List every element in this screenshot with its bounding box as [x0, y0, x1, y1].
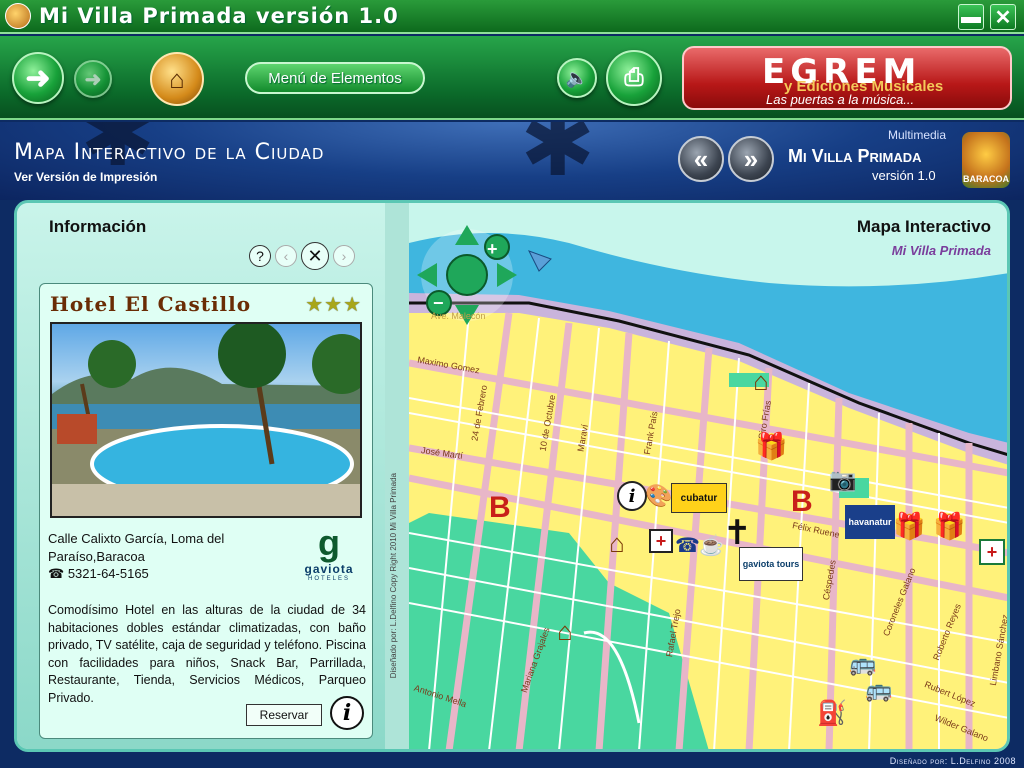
city-map[interactable] — [409, 203, 1009, 751]
printer-icon: ⎙ — [624, 64, 644, 91]
home-icon: ⌂ — [169, 63, 185, 94]
double-chevron-left-icon: « — [693, 143, 709, 174]
vertical-credit: Diseñado por: L.Delfino Copy Right 2010 … — [389, 473, 398, 679]
medical-clinic-icon[interactable]: + — [979, 539, 1005, 565]
art-gallery-icon[interactable]: 🎨 — [645, 483, 672, 509]
bank-marker-icon[interactable]: B — [791, 485, 813, 519]
info-toolbar: ? ‹ ✕ › — [249, 242, 355, 270]
hotel-photo — [50, 322, 362, 518]
print-version-link[interactable]: Ver Versión de Impresión — [14, 170, 157, 184]
next-page-button[interactable]: » — [728, 136, 774, 182]
map-subtitle: Mi Villa Primada — [891, 243, 991, 258]
medical-clinic-icon[interactable]: + — [649, 529, 673, 553]
help-button[interactable]: ? — [249, 245, 271, 267]
egrem-slogan: Las puertas a la música... — [766, 92, 915, 107]
gift-shop-icon[interactable]: 🎁 — [933, 511, 965, 542]
minimize-icon: ▬ — [961, 5, 981, 28]
hotel-marker-icon[interactable]: ⌂ — [543, 613, 587, 649]
gift-shop-icon[interactable]: 🎁 — [755, 431, 787, 462]
speaker-icon: 🔈 — [565, 67, 589, 88]
prev-page-button[interactable]: « — [678, 136, 724, 182]
toolbar: ➜ ➜ ⌂ Menú de Elementos 🔈 ⎙ EGREM y Edic… — [0, 36, 1024, 120]
map-title: Mapa Interactivo — [856, 217, 991, 236]
hotel-name: Hotel El Castillo — [50, 292, 252, 316]
brand-version: versión 1.0 — [872, 168, 936, 183]
info-panel: Información ? ‹ ✕ › Hotel El Castillo ★★… — [17, 203, 385, 749]
info-title: Información — [49, 217, 147, 236]
app-icon — [5, 3, 31, 29]
egrem-banner[interactable]: EGREM y Ediciones Musicales Las puertas … — [682, 46, 1012, 110]
page-title: Mapa Interactivo de la Ciudad — [14, 140, 325, 165]
tourist-info-icon[interactable]: i — [617, 481, 647, 511]
print-button[interactable]: ⎙ — [606, 50, 662, 106]
bus-station-icon[interactable]: 🚌 — [865, 677, 892, 703]
hotel-marker-icon[interactable]: ⌂ — [739, 363, 783, 399]
gaviota-name: gaviota — [304, 562, 354, 576]
close-icon: ✕ — [994, 6, 1012, 29]
palm-decoration: ✱ — [520, 122, 596, 195]
back-button[interactable]: ➜ — [12, 52, 64, 104]
gaviota-sub: HOTELES — [307, 576, 350, 582]
elements-menu-button[interactable]: Menú de Elementos — [245, 62, 425, 94]
sound-button[interactable]: 🔈 — [557, 58, 597, 98]
brand-name: Mi Villa Primada — [788, 146, 922, 166]
info-icon[interactable]: i — [330, 696, 364, 730]
close-button[interactable]: ✕ — [990, 4, 1016, 30]
cafe-icon[interactable]: ☕ — [699, 533, 724, 558]
minimize-button[interactable]: ▬ — [958, 4, 984, 30]
hotel-phone-row: ☎ 5321-64-5165 — [48, 566, 149, 582]
home-button[interactable]: ⌂ — [150, 52, 204, 106]
window-title: Mi Villa Primada versión 1.0 — [39, 4, 399, 28]
main-content: Información ? ‹ ✕ › Hotel El Castillo ★★… — [14, 200, 1010, 752]
section-banner: ✱ ✱ Mapa Interactivo de la Ciudad Ver Ve… — [0, 122, 1024, 200]
back-arrow-icon: ➜ — [25, 61, 51, 95]
hotel-description: Comodísimo Hotel en las alturas de la ci… — [48, 603, 366, 705]
forward-arrow-icon: ➜ — [84, 68, 102, 91]
prev-item-button[interactable]: ‹ — [275, 245, 297, 267]
bank-marker-icon[interactable]: B — [489, 491, 511, 525]
star-rating: ★★★ — [305, 294, 362, 316]
double-chevron-right-icon: » — [743, 143, 759, 174]
gas-station-icon[interactable]: ⛽ — [817, 699, 847, 728]
gaviota-mark: g — [318, 522, 340, 563]
next-item-button[interactable]: › — [333, 245, 355, 267]
zoom-in-icon[interactable]: + — [487, 239, 498, 260]
gift-shop-icon[interactable]: 🎁 — [893, 511, 925, 542]
hotel-card: Hotel El Castillo ★★★ Calle Calixto Garc… — [39, 283, 373, 739]
phone-icon: ☎ — [48, 566, 65, 581]
street-label: Ave. Malecón — [431, 311, 486, 321]
close-info-button[interactable]: ✕ — [301, 242, 329, 270]
hotel-phone: 5321-64-5165 — [67, 566, 149, 581]
reserve-button[interactable]: Reservar — [246, 704, 322, 726]
forward-button[interactable]: ➜ — [74, 60, 112, 98]
hotel-marker-icon[interactable]: ⌂ — [595, 525, 639, 561]
bus-station-icon[interactable]: 🚌 — [849, 651, 876, 677]
camera-icon[interactable]: 📷 — [829, 467, 856, 493]
brand-multimedia: Multimedia — [888, 128, 947, 142]
baracoa-logo-text: BARACOA — [963, 174, 1009, 184]
gaviota-logo: g gaviota HOTELES — [290, 524, 368, 588]
map-panel: Mapa Interactivo Mi Villa Primada + − Av… — [409, 203, 1009, 751]
baracoa-logo: BARACOA — [962, 132, 1010, 188]
telephone-icon[interactable]: ☎ — [675, 533, 700, 558]
title-bar: Mi Villa Primada versión 1.0 ▬ ✕ — [0, 0, 1024, 34]
hotel-address: Calle Calixto García, Loma del Paraíso,B… — [48, 531, 225, 564]
havanatur-agency-icon[interactable]: havanatur — [845, 505, 895, 539]
gaviota-tours-agency-icon[interactable]: gaviota tours — [739, 547, 803, 581]
cubatur-agency-icon[interactable]: cubatur — [671, 483, 727, 513]
footer-credit: Diseñado por: L.Delfino 2008 — [889, 756, 1016, 766]
